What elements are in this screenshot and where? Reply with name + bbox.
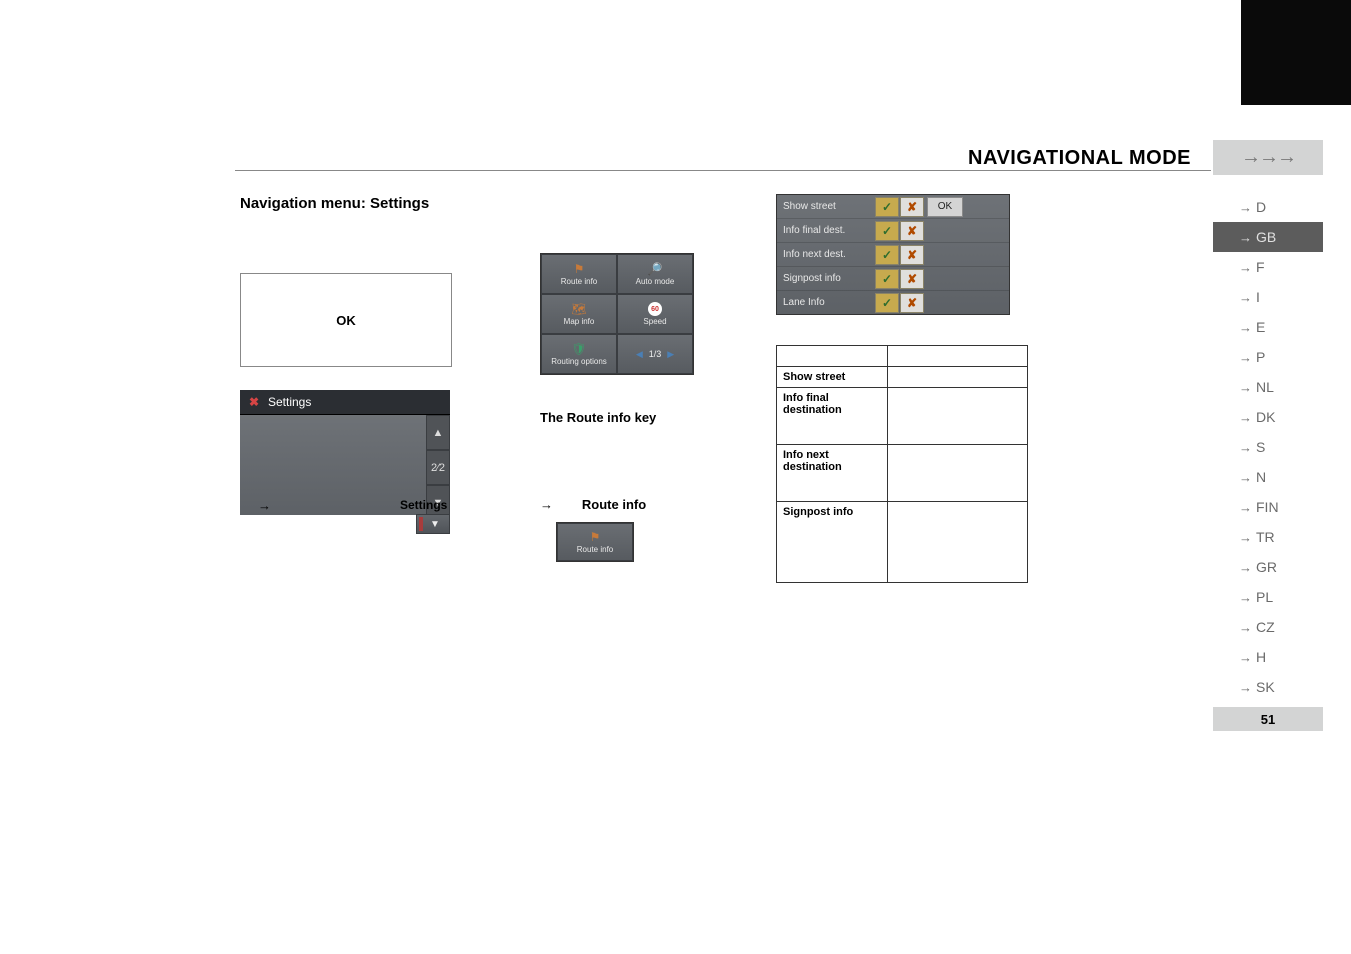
cell-info-final-dest: Info final destination bbox=[777, 388, 888, 445]
settings-title: Settings bbox=[268, 395, 311, 409]
toggle-label: Info next dest. bbox=[783, 249, 875, 260]
pager-count: 1/3 bbox=[649, 349, 662, 359]
ok-label: OK bbox=[336, 313, 356, 328]
info-table: Show street Info final destination Info … bbox=[776, 345, 1028, 583]
country-sk[interactable]: →SK bbox=[1213, 672, 1323, 702]
map-info-icon: 🗺 bbox=[571, 302, 586, 316]
route-info-toggle-screenshot: Show street ✓ ✘ OK Info final dest. ✓ ✘ … bbox=[776, 194, 1010, 315]
country-f[interactable]: →F bbox=[1213, 252, 1323, 282]
toggle-on-button[interactable]: ✓ bbox=[875, 245, 899, 265]
route-info-icon: ⚑ bbox=[574, 262, 585, 276]
toggle-off-button[interactable]: ✘ bbox=[900, 221, 924, 241]
tile-route-info[interactable]: ⚑ Route info bbox=[541, 254, 617, 294]
toggle-label: Info final dest. bbox=[783, 225, 875, 236]
toggle-off-button[interactable]: ✘ bbox=[900, 269, 924, 289]
table-head bbox=[777, 346, 1028, 367]
settings-titlebar: ✖ Settings bbox=[240, 390, 450, 415]
country-fin[interactable]: →FIN bbox=[1213, 492, 1323, 522]
table-row: Info final destination bbox=[777, 388, 1028, 445]
cell-info-next-dest: Info next destination bbox=[777, 445, 888, 502]
page-header-title: NAVIGATIONAL MODE bbox=[968, 147, 1191, 170]
pager-prev-icon[interactable]: ◀ bbox=[636, 349, 643, 360]
tile-auto-mode[interactable]: 🔎 Auto mode bbox=[617, 254, 693, 294]
step-arrow-icon: → bbox=[540, 497, 553, 512]
country-n[interactable]: →N bbox=[1213, 462, 1323, 492]
country-i[interactable]: →I bbox=[1213, 282, 1323, 312]
toggle-off-button[interactable]: ✘ bbox=[900, 293, 924, 313]
header-arrows: →→→ bbox=[1213, 140, 1323, 175]
close-icon[interactable]: ✖ bbox=[246, 394, 262, 410]
ok-callout-box: OK bbox=[240, 273, 452, 367]
toggle-row-lane-info: Lane Info ✓ ✘ bbox=[777, 291, 1009, 314]
country-p[interactable]: →P bbox=[1213, 342, 1323, 372]
route-info-tile-icon: ⚑ bbox=[590, 530, 601, 544]
table-row: Info next destination bbox=[777, 445, 1028, 502]
chevron-down-icon: ▼ bbox=[430, 519, 440, 530]
scroll-down-tile[interactable]: ▼ bbox=[416, 514, 450, 534]
route-info-step: → Route info bbox=[540, 497, 646, 512]
toggle-off-button[interactable]: ✘ bbox=[900, 245, 924, 265]
cell-empty bbox=[888, 388, 1028, 445]
toggle-on-button[interactable]: ✓ bbox=[875, 293, 899, 313]
toggle-row-signpost-info: Signpost info ✓ ✘ bbox=[777, 267, 1009, 291]
section-title: Navigation menu: Settings bbox=[240, 195, 429, 212]
toggle-row-info-next-dest: Info next dest. ✓ ✘ bbox=[777, 243, 1009, 267]
country-s[interactable]: →S bbox=[1213, 432, 1323, 462]
country-dk[interactable]: →DK bbox=[1213, 402, 1323, 432]
scroll-up-button[interactable]: ▲ bbox=[426, 415, 450, 450]
country-d[interactable]: →D bbox=[1213, 192, 1323, 222]
table-row: Signpost info bbox=[777, 502, 1028, 583]
auto-mode-icon: 🔎 bbox=[648, 262, 663, 276]
tile-speed[interactable]: 60 Speed bbox=[617, 294, 693, 334]
cell-signpost-info: Signpost info bbox=[777, 502, 888, 583]
toggle-off-button[interactable]: ✘ bbox=[900, 197, 924, 217]
cell-empty bbox=[888, 445, 1028, 502]
toggle-label: Show street bbox=[783, 201, 875, 212]
toggle-on-button[interactable]: ✓ bbox=[875, 221, 899, 241]
toggle-label: Lane Info bbox=[783, 297, 875, 308]
route-info-word: Route info bbox=[582, 497, 646, 512]
scroll-count: 2⁄2 bbox=[426, 450, 450, 485]
pager-next-icon[interactable]: ▶ bbox=[667, 349, 674, 360]
header-rule bbox=[235, 170, 1211, 171]
settings-grid-screenshot: ⚑ Route info 🔎 Auto mode 🗺 Map info 60 S… bbox=[540, 253, 694, 375]
settings-label: Settings bbox=[400, 498, 447, 512]
speed-icon: 60 bbox=[648, 302, 662, 316]
country-h[interactable]: →H bbox=[1213, 642, 1323, 672]
cell-empty bbox=[888, 367, 1028, 388]
settings-screenshot: ✖ Settings ▲ 2⁄2 ▼ bbox=[240, 390, 450, 515]
page-number: 51 bbox=[1213, 707, 1323, 731]
toggle-on-button[interactable]: ✓ bbox=[875, 269, 899, 289]
routing-options-icon: 🛡 bbox=[571, 342, 586, 356]
cell-show-street: Show street bbox=[777, 367, 888, 388]
ok-button[interactable]: OK bbox=[927, 197, 963, 217]
toggle-row-show-street: Show street ✓ ✘ OK bbox=[777, 195, 1009, 219]
route-info-tile[interactable]: ⚑ Route info bbox=[556, 522, 634, 562]
country-gr[interactable]: →GR bbox=[1213, 552, 1323, 582]
country-e[interactable]: →E bbox=[1213, 312, 1323, 342]
toggle-row-info-final-dest: Info final dest. ✓ ✘ bbox=[777, 219, 1009, 243]
country-index: →D →GB →F →I →E →P →NL →DK →S →N →FIN →T… bbox=[1213, 192, 1323, 702]
step-arrow: → bbox=[258, 498, 271, 513]
country-nl[interactable]: →NL bbox=[1213, 372, 1323, 402]
route-info-tile-label: Route info bbox=[577, 545, 613, 554]
red-bar bbox=[419, 517, 423, 531]
tile-routing-options[interactable]: 🛡 Routing options bbox=[541, 334, 617, 374]
cell-empty bbox=[888, 502, 1028, 583]
top-black-block bbox=[1241, 0, 1351, 105]
country-tr[interactable]: →TR bbox=[1213, 522, 1323, 552]
toggle-label: Signpost info bbox=[783, 273, 875, 284]
tile-pager[interactable]: ◀ 1/3 ▶ bbox=[617, 334, 693, 374]
country-gb[interactable]: →GB bbox=[1213, 222, 1323, 252]
tile-map-info[interactable]: 🗺 Map info bbox=[541, 294, 617, 334]
route-info-key-heading: The Route info key bbox=[540, 410, 656, 425]
country-cz[interactable]: →CZ bbox=[1213, 612, 1323, 642]
country-pl[interactable]: →PL bbox=[1213, 582, 1323, 612]
table-row: Show street bbox=[777, 367, 1028, 388]
toggle-on-button[interactable]: ✓ bbox=[875, 197, 899, 217]
